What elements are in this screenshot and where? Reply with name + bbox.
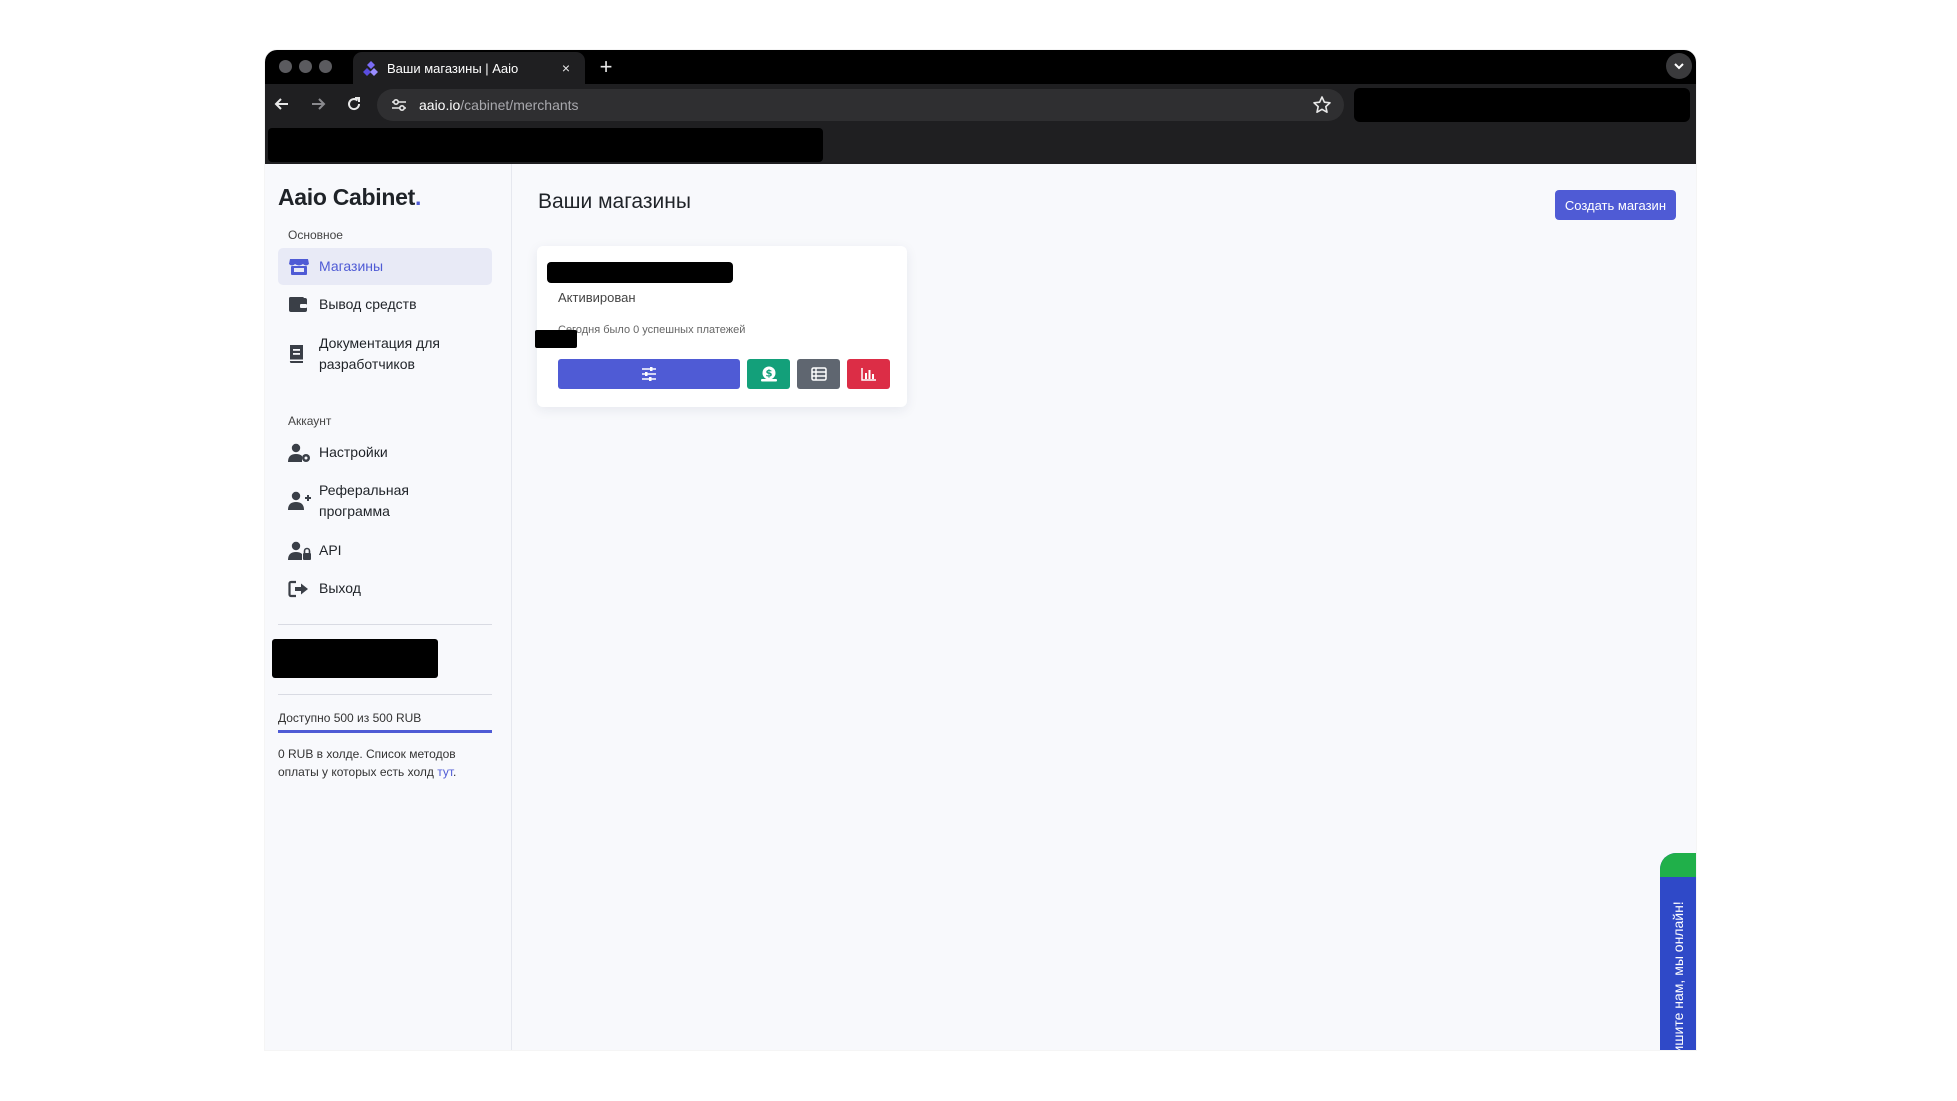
create-store-button[interactable]: Создать магазин (1554, 190, 1676, 220)
sidebar-item-label: Выход (319, 580, 361, 596)
sidebar-item-logout[interactable]: Выход (278, 570, 492, 607)
forward-arrow-icon[interactable] (305, 91, 331, 117)
money-icon: $ (760, 366, 777, 382)
store-payout-button[interactable]: $ (747, 359, 790, 389)
address-bar[interactable]: aaio.io/cabinet/merchants (377, 89, 1344, 121)
browser-tab[interactable]: Ваши магазины | Aaio × (353, 52, 585, 84)
store-icon (288, 256, 312, 277)
tab-search-chevron-icon[interactable] (1666, 53, 1692, 79)
store-payments-stat: Сегодня было 0 успешных платежей (558, 324, 746, 336)
store-transactions-button[interactable] (797, 359, 840, 389)
sidebar-item-settings[interactable]: Настройки (278, 434, 492, 471)
sidebar-item-label: Настройки (319, 444, 388, 460)
brand-logo[interactable]: Aaio Cabinet. (278, 184, 421, 211)
sidebar-item-label: Реферальная программа (319, 482, 409, 519)
hold-methods-link[interactable]: тут (437, 765, 453, 779)
available-balance: Доступно 500 из 500 RUB (278, 711, 422, 725)
maximize-window-button[interactable] (319, 60, 332, 73)
chat-accent (1660, 853, 1696, 877)
chat-widget[interactable]: Напишите нам, мы онлайн! (1660, 853, 1696, 1050)
bookmarks-bar (265, 124, 1696, 164)
sidebar-item-label: Документация для разработчиков (319, 335, 440, 372)
user-lock-icon (288, 540, 312, 561)
svg-text:$: $ (765, 369, 772, 380)
sidebar: Aaio Cabinet. Основное Магазины Вывод ср… (265, 164, 512, 1050)
section-label-account: Аккаунт (288, 414, 332, 428)
user-plus-icon (288, 480, 312, 522)
close-window-button[interactable] (279, 60, 292, 73)
aaio-favicon-icon (363, 61, 378, 76)
sidebar-divider (278, 694, 492, 695)
sidebar-item-stores[interactable]: Магазины (278, 248, 492, 285)
store-settings-button[interactable] (558, 359, 740, 389)
store-statistics-button[interactable] (847, 359, 890, 389)
page-content: Aaio Cabinet. Основное Магазины Вывод ср… (265, 164, 1696, 1050)
sidebar-item-docs[interactable]: Документация для разработчиков (278, 325, 492, 383)
tab-title: Ваши магазины | Aaio (387, 60, 519, 76)
sidebar-item-withdraw[interactable]: Вывод средств (278, 286, 492, 323)
store-actions: $ (558, 359, 890, 389)
bookmark-star-icon[interactable] (1312, 95, 1332, 115)
page-title: Ваши магазины (538, 190, 691, 213)
book-icon (288, 333, 312, 375)
sidebar-divider (278, 624, 492, 625)
redacted-balance (272, 639, 438, 678)
store-card: Активирован Сегодня было 0 успешных плат… (535, 246, 907, 407)
user-cog-icon (288, 442, 312, 463)
redacted-extensions-area (1354, 88, 1690, 122)
reload-icon[interactable] (341, 91, 367, 117)
section-label-main: Основное (288, 228, 343, 242)
sidebar-item-label: Магазины (319, 258, 384, 274)
wallet-icon (288, 294, 312, 315)
sliders-icon (642, 367, 656, 381)
url-host: aaio.io (419, 97, 461, 113)
url-path: /cabinet/merchants (460, 97, 579, 113)
sidebar-item-label: Вывод средств (319, 296, 417, 312)
bar-chart-icon (860, 368, 876, 381)
back-arrow-icon[interactable] (269, 91, 295, 117)
chat-label: Напишите нам, мы онлайн! (1670, 901, 1686, 1050)
tab-close-icon[interactable]: × (557, 60, 575, 76)
site-settings-icon[interactable] (389, 95, 409, 115)
store-status: Активирован (558, 290, 636, 305)
balance-progress (278, 730, 492, 733)
sign-out-icon (288, 578, 312, 599)
redacted-bookmarks (268, 128, 823, 162)
sidebar-item-referral[interactable]: Реферальная программа (278, 472, 492, 530)
browser-window: Ваши магазины | Aaio × + aaio.io/cabinet… (265, 50, 1696, 1050)
redacted-store-detail (535, 330, 577, 348)
new-tab-button[interactable]: + (593, 54, 619, 80)
sidebar-item-api[interactable]: API (278, 532, 492, 569)
redacted-store-name (547, 262, 733, 283)
sidebar-item-label: API (319, 542, 342, 558)
tab-strip: Ваши магазины | Aaio × + (265, 50, 1696, 84)
minimize-window-button[interactable] (299, 60, 312, 73)
browser-toolbar: aaio.io/cabinet/merchants (265, 84, 1696, 124)
hold-info: 0 RUB в холде. Список методов оплаты у к… (278, 747, 457, 779)
list-table-icon (810, 367, 827, 381)
